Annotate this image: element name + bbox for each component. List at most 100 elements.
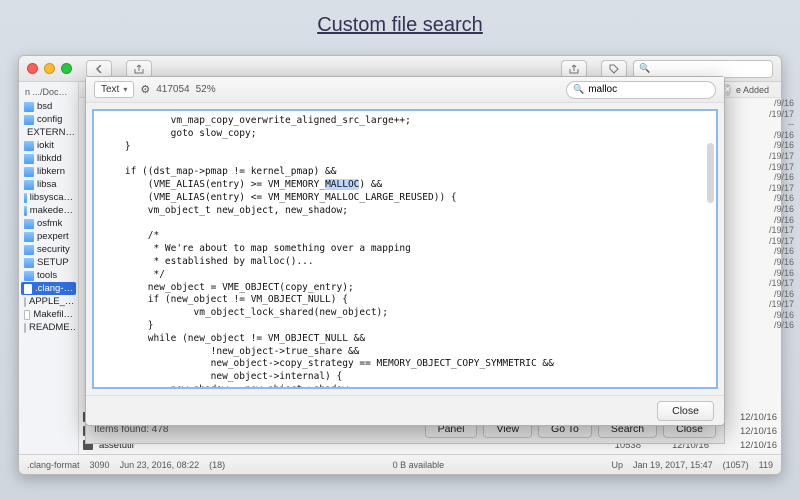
search-input[interactable]: [588, 84, 720, 95]
date-fragment: /19/17: [744, 162, 794, 172]
date-fragment: /19/17: [744, 299, 794, 309]
search-icon: 🔍: [639, 63, 650, 74]
sidebar-item-tools[interactable]: tools: [21, 269, 76, 282]
sidebar-item-label: bsd: [37, 101, 52, 112]
sidebar-item-label: iokit: [37, 140, 54, 151]
share-icon: [134, 64, 144, 74]
zoom-icon[interactable]: [61, 63, 72, 74]
gear-icon[interactable]: ⚙: [140, 83, 150, 96]
share-icon: [569, 64, 579, 74]
date-fragment: /9/16: [744, 98, 794, 108]
folder-icon: [24, 167, 34, 177]
sidebar-item-security[interactable]: security: [21, 243, 76, 256]
close-icon[interactable]: [27, 63, 38, 74]
sidebar-item-libkern[interactable]: libkern: [21, 165, 76, 178]
doc-icon: [24, 323, 26, 333]
date-fragment: --: [744, 119, 794, 129]
sidebar-item-makefil[interactable]: Makefil…: [21, 308, 76, 321]
date-fragment: /9/16: [744, 268, 794, 278]
date-fragment: /9/16: [744, 215, 794, 225]
tag-icon: [609, 64, 619, 74]
clear-icon[interactable]: ✕: [724, 84, 731, 96]
folder-icon: [24, 115, 34, 125]
sidebar-item-pexpert[interactable]: pexpert: [21, 230, 76, 243]
status-date2: Jan 19, 2017, 15:47: [633, 460, 713, 470]
column-date-added[interactable]: e Added: [730, 85, 775, 95]
preview-toolbar: Text ▾ ⚙ 417054 52% 🔍 ✕: [86, 77, 724, 103]
statusbar: .clang-format 3090 Jun 23, 2016, 08:22 (…: [19, 454, 781, 474]
breadcrumb: n .../Docu…: [21, 86, 76, 100]
search-field[interactable]: 🔍 ✕: [566, 81, 716, 99]
result-percent: 52%: [196, 84, 216, 95]
date-fragment: /9/16: [744, 289, 794, 299]
folder-icon: [24, 193, 27, 203]
tag-button[interactable]: [601, 60, 627, 78]
date-fragment: /9/16: [744, 320, 794, 330]
mode-select[interactable]: Text ▾: [94, 81, 134, 98]
sidebar-item-iokit[interactable]: iokit: [21, 139, 76, 152]
sidebar-item-label: libsysca…: [30, 192, 73, 203]
search-highlight: MALLOC: [325, 179, 359, 190]
code-preview[interactable]: vm_map_copy_overwrite_aligned_src_large+…: [92, 109, 718, 389]
date-fragment: /19/17: [744, 151, 794, 161]
sidebar-item-libsa[interactable]: libsa: [21, 178, 76, 191]
sidebar-item-label: README…: [29, 322, 76, 333]
result-index: 417054: [156, 84, 189, 95]
sidebar-item-readme[interactable]: README…: [21, 321, 76, 334]
sidebar-item-osfmk[interactable]: osfmk: [21, 217, 76, 230]
sidebar-item-label: tools: [37, 270, 57, 281]
date-fragment: /9/16: [744, 310, 794, 320]
status-count: (1057): [723, 460, 749, 470]
search-icon: 🔍: [573, 84, 584, 95]
folder-icon: [24, 141, 34, 151]
sidebar-item-label: osfmk: [37, 218, 62, 229]
sidebar-item-makede[interactable]: makede…: [21, 204, 76, 217]
sidebar: n .../Docu… bsdconfigEXTERN…iokitlibkddl…: [19, 82, 79, 454]
sidebar-item-config[interactable]: config: [21, 113, 76, 126]
sidebar-item-clang[interactable]: .clang-…: [21, 282, 76, 295]
close-button[interactable]: Close: [657, 401, 714, 421]
share-button[interactable]: [126, 60, 152, 78]
folder-icon: [24, 102, 34, 112]
action-button[interactable]: [561, 60, 587, 78]
status-modified: Jun 23, 2016, 08:22: [120, 460, 200, 470]
sidebar-item-label: .clang-…: [35, 283, 73, 294]
folder-icon: [24, 154, 34, 164]
code-content: vm_map_copy_overwrite_aligned_src_large+…: [94, 111, 716, 387]
preview-panel: Text ▾ ⚙ 417054 52% 🔍 ✕ vm_map_copy_over…: [85, 76, 725, 426]
doc-icon: [24, 284, 32, 294]
status-tag: (18): [209, 460, 225, 470]
scrollbar[interactable]: [707, 113, 714, 385]
toolbar-search-input[interactable]: [654, 63, 767, 74]
chevron-down-icon: ▾: [123, 85, 127, 94]
sidebar-item-bsd[interactable]: bsd: [21, 100, 76, 113]
toolbar-search[interactable]: 🔍: [633, 60, 773, 78]
sidebar-item-label: EXTERN…: [27, 127, 75, 138]
sidebar-item-label: config: [37, 114, 62, 125]
sidebar-item-setup[interactable]: SETUP: [21, 256, 76, 269]
date-fragment: /9/16: [744, 246, 794, 256]
date-column-fragment: /9/16/19/17--/9/16/9/16/19/17/19/17/9/16…: [744, 98, 794, 330]
sidebar-item-label: makede…: [30, 205, 73, 216]
doc-icon: [24, 297, 26, 307]
sidebar-item-label: security: [37, 244, 70, 255]
date-fragment: /9/16: [744, 193, 794, 203]
date-fragment: /19/17: [744, 278, 794, 288]
sidebar-item-label: APPLE_…: [29, 296, 74, 307]
date-fragment: /9/16: [744, 130, 794, 140]
sidebar-item-extern[interactable]: EXTERN…: [21, 126, 76, 139]
sidebar-item-libkdd[interactable]: libkdd: [21, 152, 76, 165]
sidebar-item-label: libsa: [37, 179, 57, 190]
folder-icon: [24, 219, 34, 229]
sidebar-item-libsysca[interactable]: libsysca…: [21, 191, 76, 204]
date-fragment: /9/16: [744, 140, 794, 150]
date-fragment: /19/17: [744, 225, 794, 235]
back-button[interactable]: [86, 60, 112, 78]
folder-icon: [24, 271, 34, 281]
scroll-thumb[interactable]: [707, 143, 714, 203]
chevron-left-icon: [95, 65, 103, 73]
sidebar-item-label: Makefil…: [33, 309, 73, 320]
sidebar-item-apple_[interactable]: APPLE_…: [21, 295, 76, 308]
date-fragment: /9/16: [744, 204, 794, 214]
minimize-icon[interactable]: [44, 63, 55, 74]
